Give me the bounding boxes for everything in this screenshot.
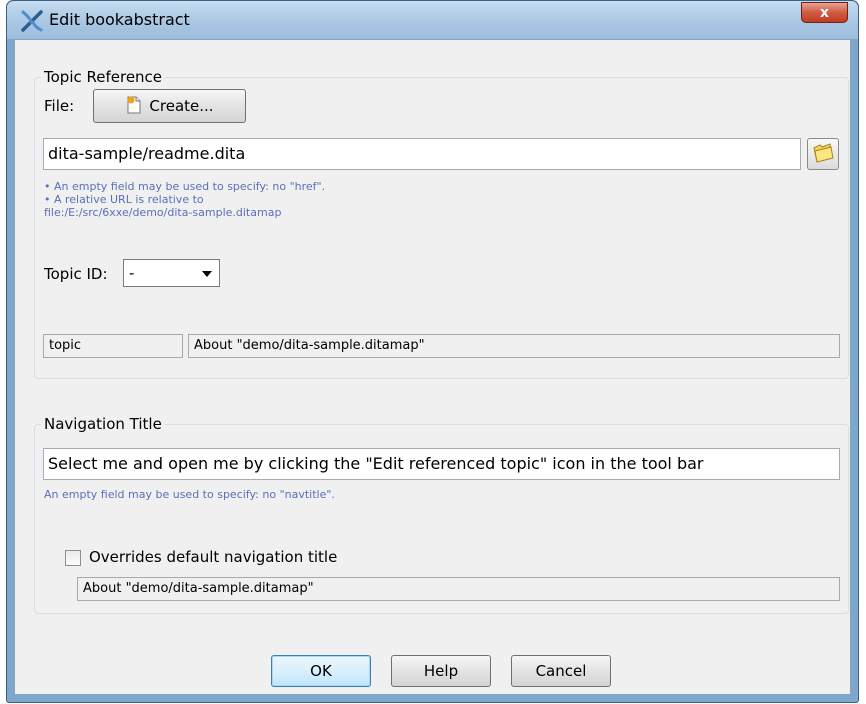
href-hint-line-1: • An empty field may be used to specify:… <box>44 180 326 193</box>
app-icon <box>21 10 43 32</box>
browse-file-button[interactable] <box>807 138 839 170</box>
topic-id-label: Topic ID: <box>44 265 108 283</box>
topic-type-field: topic <box>43 334 183 358</box>
topic-reference-group-label: Topic Reference <box>41 68 166 86</box>
topic-id-value: - <box>129 264 135 282</box>
overrides-title-checkbox[interactable] <box>65 550 81 566</box>
help-button[interactable]: Help <box>391 655 491 687</box>
file-label: File: <box>44 97 75 115</box>
dialog-content: Topic Reference File: Create... dita-sam… <box>14 39 851 695</box>
navigation-title-group-label: Navigation Title <box>41 415 165 433</box>
file-url-field[interactable]: dita-sample/readme.dita <box>43 138 801 170</box>
default-navigation-title-field: About "demo/dita-sample.ditamap" <box>77 577 840 601</box>
window-title: Edit bookabstract <box>49 10 190 29</box>
navigation-title-field[interactable]: Select me and open me by clicking the "E… <box>43 448 840 480</box>
create-button[interactable]: Create... <box>93 89 246 123</box>
create-button-label: Create... <box>149 97 214 115</box>
topic-reference-group: Topic Reference File: Create... dita-sam… <box>34 68 849 379</box>
close-icon: x <box>819 5 830 21</box>
navtitle-hint: An empty field may be used to specify: n… <box>44 488 335 501</box>
cancel-button[interactable]: Cancel <box>511 655 611 687</box>
dialog-window: Edit bookabstract x Topic Reference File… <box>6 0 859 703</box>
topic-title-field: About "demo/dita-sample.ditamap" <box>188 334 840 358</box>
href-hint-line-3: file:/E:/src/6xxe/demo/dita-sample.ditam… <box>44 206 282 219</box>
close-button[interactable]: x <box>801 2 848 23</box>
folder-icon <box>813 143 834 163</box>
ok-button[interactable]: OK <box>271 655 371 687</box>
new-document-icon <box>127 96 141 114</box>
navigation-title-group: Navigation Title Select me and open me b… <box>34 415 849 614</box>
href-hint-line-2: • A relative URL is relative to <box>44 193 204 206</box>
title-bar[interactable]: Edit bookabstract x <box>7 1 858 39</box>
topic-id-dropdown[interactable]: - <box>123 259 220 287</box>
overrides-title-label[interactable]: Overrides default navigation title <box>89 548 337 566</box>
chevron-down-icon <box>202 271 212 277</box>
